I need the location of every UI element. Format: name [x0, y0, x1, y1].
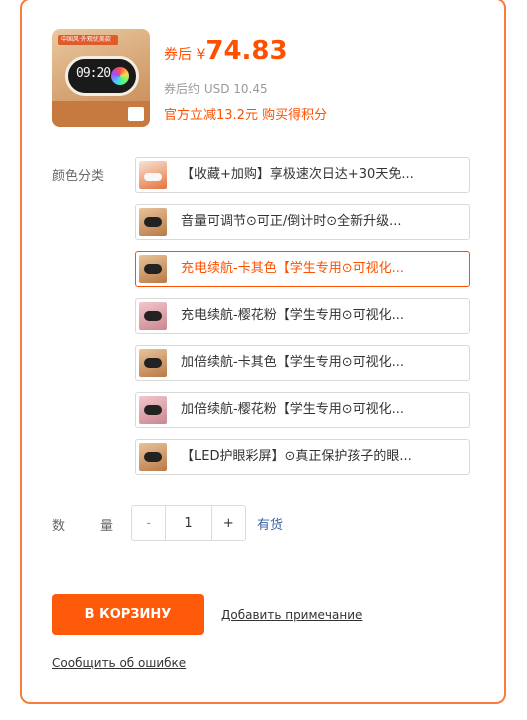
variant-option-label: 充电续航-樱花粉【学生专用⊙可视化...	[181, 308, 404, 323]
price-prefix: 券后 ¥	[164, 47, 206, 63]
add-note-link[interactable]: Добавить примечание	[221, 608, 362, 622]
variant-label: 颜色分类	[52, 169, 105, 184]
variant-option[interactable]: 加倍续航-卡其色【学生专用⊙可视化...	[135, 345, 470, 381]
thumbnail-banner: 中国风·外观优美款	[58, 35, 118, 45]
variant-thumbnail	[139, 161, 167, 189]
decrement-button[interactable]: -	[132, 506, 167, 540]
quantity-label-2: 量	[100, 519, 114, 534]
variant-thumbnail	[139, 208, 167, 236]
stock-status: 有货	[257, 518, 284, 533]
variant-thumbnail	[139, 302, 167, 330]
clock-time-text: 09:20	[76, 66, 111, 81]
color-wheel-icon	[111, 67, 129, 85]
variant-thumbnail	[139, 443, 167, 471]
report-error-link[interactable]: Сообщить об ошибке	[52, 656, 186, 670]
variant-thumbnail	[139, 349, 167, 377]
variant-option[interactable]: 【LED护眼彩屏】⊙真正保护孩子的眼...	[135, 439, 470, 475]
variant-option-label: 音量可调节⊙可正/倒计时⊙全新升级...	[181, 214, 402, 229]
clock-image: 09:20	[65, 56, 139, 96]
price-amount: 74.83	[205, 36, 288, 66]
thumbnail-banner-text: 中国风·外观优美款	[61, 36, 111, 43]
variant-option-selected[interactable]: 充电续航-卡其色【学生专用⊙可视化...	[135, 251, 470, 287]
variant-option-label: 【LED护眼彩屏】⊙真正保护孩子的眼...	[181, 449, 412, 464]
quantity-input[interactable]: 1	[166, 506, 212, 540]
variant-option[interactable]: 【收藏+加购】享极速次日达+30天免...	[135, 157, 470, 193]
price: 券后 ¥74.83	[164, 36, 288, 66]
variant-thumbnail	[139, 396, 167, 424]
add-to-cart-button[interactable]: В КОРЗИНУ	[52, 594, 204, 635]
product-thumbnail[interactable]: 中国风·外观优美款 09:20	[52, 29, 150, 127]
charger-icon	[128, 107, 144, 121]
usd-price: 券后约 USD 10.45	[164, 82, 268, 96]
quantity-label-1: 数	[52, 519, 66, 534]
variant-option-label: 加倍续航-卡其色【学生专用⊙可视化...	[181, 355, 404, 370]
increment-button[interactable]: +	[212, 506, 245, 540]
variant-option-label: 【收藏+加购】享极速次日达+30天免...	[181, 167, 414, 182]
variant-option-label: 加倍续航-樱花粉【学生专用⊙可视化...	[181, 402, 404, 417]
variant-thumbnail	[139, 255, 167, 283]
quantity-stepper: - 1 +	[131, 505, 246, 541]
variant-option[interactable]: 充电续航-樱花粉【学生专用⊙可视化...	[135, 298, 470, 334]
variant-option[interactable]: 加倍续航-樱花粉【学生专用⊙可视化...	[135, 392, 470, 428]
variant-option[interactable]: 音量可调节⊙可正/倒计时⊙全新升级...	[135, 204, 470, 240]
promo-text: 官方立减13.2元 购买得积分	[164, 108, 328, 123]
variant-option-label: 充电续航-卡其色【学生专用⊙可视化...	[181, 261, 404, 276]
